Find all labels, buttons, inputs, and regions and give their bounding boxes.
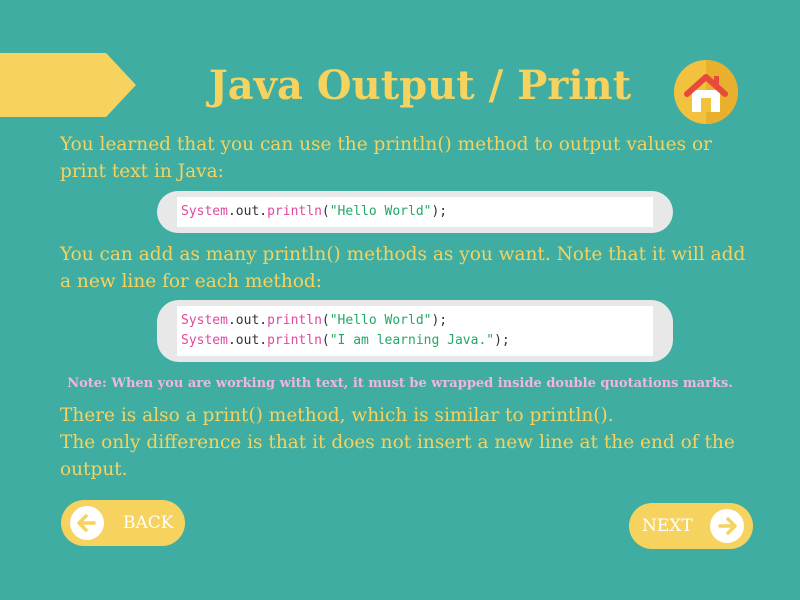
code-token-obj: (: [321, 204, 330, 219]
code-token-cls: System: [181, 333, 228, 348]
code-example-single: System.out.println("Hello World");: [157, 191, 673, 233]
code-token-obj: (: [321, 313, 330, 328]
back-button[interactable]: BACK: [61, 500, 185, 546]
code-example-multi: System.out.println("Hello World"); System…: [157, 300, 673, 362]
code-token-fn: println: [267, 333, 322, 348]
print-method-paragraph: There is also a print() method, which is…: [60, 402, 750, 483]
multi-println-paragraph: You can add as many println() methods as…: [60, 244, 746, 292]
arrow-left-icon: [77, 514, 96, 532]
code-token-fn: println: [267, 204, 322, 219]
intro-paragraph: You learned that you can use the println…: [60, 134, 712, 182]
code-line: System.out.println("I am learning Java."…: [181, 331, 653, 351]
code-token-obj: );: [494, 333, 510, 348]
code-token-str: "Hello World": [329, 204, 432, 219]
code-token-cls: System: [181, 204, 228, 219]
next-label: NEXT: [642, 516, 693, 536]
code-token-obj: .: [227, 204, 236, 219]
code-token-obj: out: [235, 313, 260, 328]
banner-arrow: [0, 53, 136, 117]
quotes-note: Note: When you are working with text, it…: [67, 376, 733, 391]
code-token-obj: .: [259, 333, 268, 348]
back-label: BACK: [123, 513, 174, 533]
code-token-obj: out: [235, 333, 260, 348]
print-method-line-1: There is also a print() method, which is…: [60, 405, 614, 426]
print-method-line-2: The only difference is that it does not …: [60, 432, 735, 480]
arrow-right-icon: [718, 517, 737, 535]
code-token-obj: .: [259, 204, 268, 219]
code-token-obj: (: [321, 333, 330, 348]
home-button[interactable]: [674, 60, 738, 124]
code-line: System.out.println("Hello World");: [181, 311, 653, 331]
code-token-obj: );: [431, 313, 448, 328]
page-title: Java Output / Print: [208, 62, 632, 109]
back-circle: [70, 506, 104, 540]
code-token-str: "I am learning Java.": [329, 333, 495, 348]
home-icon: [684, 74, 728, 112]
code-line: System.out.println("Hello World");: [181, 202, 653, 222]
code-token-obj: .: [227, 333, 236, 348]
code-token-obj: .: [227, 313, 236, 328]
code-token-fn: println: [267, 313, 322, 328]
code-token-obj: );: [431, 204, 448, 219]
code-token-obj: out: [235, 204, 260, 219]
code-token-str: "Hello World": [329, 313, 432, 328]
code-token-cls: System: [181, 313, 228, 328]
code-block-multi: System.out.println("Hello World"); System…: [177, 306, 653, 356]
next-circle: [710, 509, 744, 543]
next-button[interactable]: NEXT: [629, 503, 753, 549]
code-block-single: System.out.println("Hello World");: [177, 197, 653, 227]
code-token-obj: .: [259, 313, 268, 328]
